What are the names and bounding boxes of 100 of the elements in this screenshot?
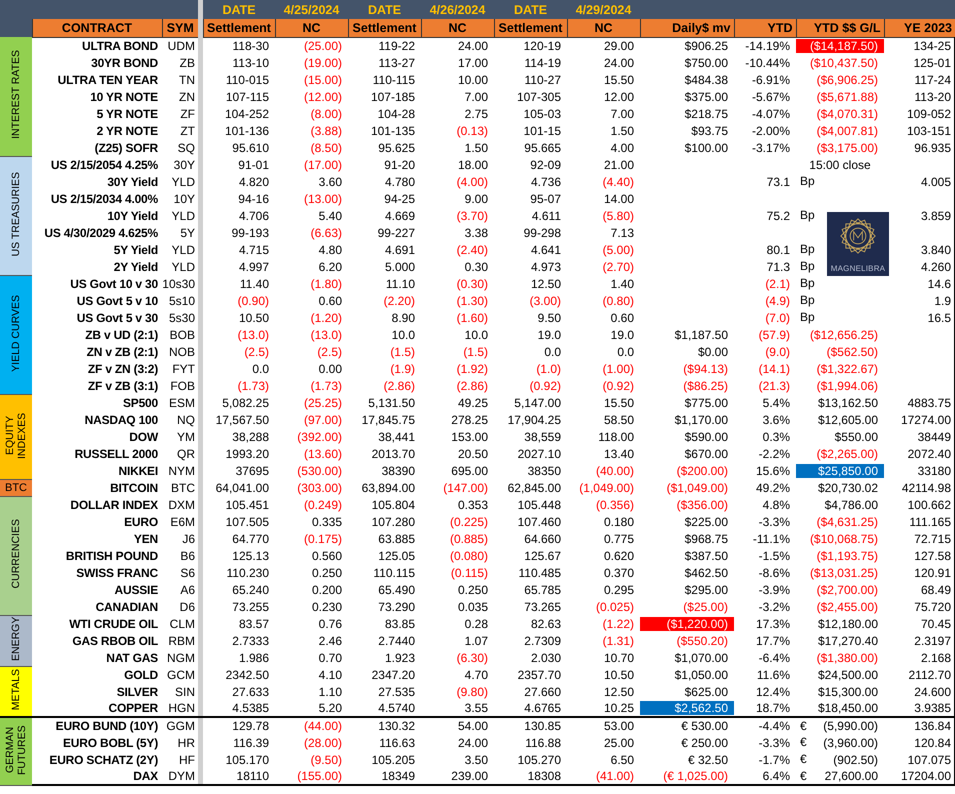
year-end-cell: 136.84 [914, 719, 951, 733]
settlement-cell: 65.240 [232, 582, 269, 596]
contract-name: US Govt 5 v 30 [32, 309, 162, 326]
contract-name: NASDAQ 100 [32, 411, 162, 428]
settlement-cell: 2027.10 [518, 446, 561, 460]
symbol-cell: E6M [162, 513, 198, 530]
gain-loss-cell: ($1,322.67) [816, 362, 878, 376]
contract-name: NAT GAS [32, 649, 162, 666]
settlement-cell: 1.986 [238, 650, 269, 664]
ytd-cell: (57.9) [758, 328, 790, 342]
symbol-cell: 10s30 [162, 275, 198, 292]
settlement-cell: 116.63 [379, 736, 415, 750]
ytd-cell: -3.3% [758, 736, 790, 750]
contract-name: 5Y Yield [32, 241, 162, 258]
settlement-cell: (13.0) [238, 328, 269, 342]
year-end-cell: 103-151 [906, 124, 951, 138]
contract-name: DAX [32, 768, 162, 785]
year-end-cell: 109-052 [906, 106, 951, 120]
ytd-cell: -14.19% [745, 38, 790, 53]
settlement-cell: 4.6765 [524, 701, 561, 715]
year-end-cell: 125-01 [914, 56, 951, 70]
change-cell: (40.00) [596, 464, 634, 478]
change-cell: (25.25) [304, 396, 342, 410]
symbol-cell: FOB [162, 377, 198, 394]
daily-value-cell: $1,187.50 [674, 328, 728, 342]
symbol-cell: HGN [162, 700, 198, 717]
settlement-cell: 4.611 [532, 208, 561, 222]
date-value: 4/25/2024 [284, 2, 340, 16]
year-end-cell: 127.58 [914, 548, 951, 562]
gain-loss-cell: ($562.50) [826, 344, 878, 358]
contract-name: EURO BUND (10Y) [32, 717, 162, 734]
settlement-cell: 65.785 [524, 582, 561, 596]
gain-loss-cell: ($12,656.25) [810, 328, 878, 342]
ytd-cell: 71.3 [766, 260, 790, 274]
settlement-cell: 38,441 [378, 430, 415, 444]
change-cell: 2.75 [464, 106, 488, 120]
contract-name: 30Y Yield [32, 173, 162, 190]
ytd-cell: -8.6% [758, 566, 790, 580]
symbol-cell: YLD [162, 241, 198, 258]
settlement-cell: 119-22 [378, 38, 415, 53]
change-cell: (155.00) [297, 769, 342, 783]
category-label: EQUITY INDEXES [4, 410, 28, 460]
settlement-cell: 99-298 [524, 226, 561, 240]
daily-value-cell: € 530.00 [681, 719, 728, 733]
symbol-cell: ZT [162, 122, 198, 139]
change-cell: 29.00 [604, 38, 634, 53]
ytd-cell: -5.67% [752, 90, 790, 104]
date-value: 4/26/2024 [430, 2, 486, 16]
column-header: Settlement [494, 19, 567, 37]
contract-name: 10 YR NOTE [32, 88, 162, 105]
contract-name: US Govt 10 v 30 [32, 275, 162, 292]
change-cell: (1.73) [310, 378, 342, 392]
category-label: BTC [5, 482, 27, 494]
symbol-cell: 5s10 [162, 292, 198, 309]
change-cell: (392.00) [297, 430, 342, 444]
change-cell: (2.40) [456, 242, 488, 256]
year-end-cell: 111.165 [909, 514, 951, 528]
change-cell: 118.00 [598, 430, 634, 444]
settlement-cell: 17,567.50 [216, 412, 269, 426]
settlement-cell: 17,845.75 [362, 412, 415, 426]
change-cell: 58.50 [604, 412, 634, 426]
symbol-cell: S6 [162, 564, 198, 581]
settlement-cell: 65.490 [378, 582, 415, 596]
gain-loss-cell: (902.50) [833, 752, 878, 766]
ytd-cell: (2.1) [765, 276, 790, 290]
year-end-cell: 42114.98 [902, 480, 951, 494]
change-cell: (1.5) [463, 344, 488, 358]
change-cell: (17.00) [304, 158, 342, 172]
contract-name: DOLLAR INDEX [32, 496, 162, 513]
change-cell: (2.70) [602, 260, 634, 274]
category-label: YIELD CURVES [10, 294, 22, 372]
ytd-cell: 12.4% [756, 684, 790, 698]
symbol-cell: J6 [162, 530, 198, 547]
contract-name: ZB v UD (2:1) [32, 326, 162, 343]
change-cell: (97.00) [304, 412, 342, 426]
change-cell: 6.20 [318, 260, 342, 274]
gain-loss-cell: $20,730.02 [818, 480, 878, 494]
contract-name: GAS RBOB OIL [32, 632, 162, 649]
change-cell: 0.00 [318, 362, 342, 376]
settlement-cell: (2.86) [384, 378, 415, 392]
daily-value-cell: $93.75 [691, 124, 728, 138]
year-end-cell: 1.9 [934, 294, 951, 308]
settlement-cell: (3.00) [530, 294, 561, 308]
settlement-cell: 19.0 [538, 328, 561, 342]
change-cell: 7.00 [464, 90, 488, 104]
change-cell: 15.50 [604, 396, 634, 410]
symbol-cell: BOB [162, 326, 198, 343]
contract-name: CANADIAN [32, 598, 162, 615]
change-cell: 5.20 [318, 701, 342, 715]
change-cell: 10.50 [604, 668, 634, 682]
change-cell: 1.50 [610, 124, 634, 138]
settlement-cell: 2342.50 [226, 668, 269, 682]
settlement-cell: 101-135 [370, 124, 415, 138]
contract-name: US 2/15/2054 4.25% [32, 156, 162, 173]
symbol-cell: CLM [162, 615, 198, 632]
change-cell: 1.40 [610, 276, 634, 290]
ytd-cell: -6.4% [758, 650, 790, 664]
settlement-cell: 99-227 [378, 226, 415, 240]
change-cell: (6.30) [456, 650, 488, 664]
settlement-cell: 0.0 [544, 344, 561, 358]
